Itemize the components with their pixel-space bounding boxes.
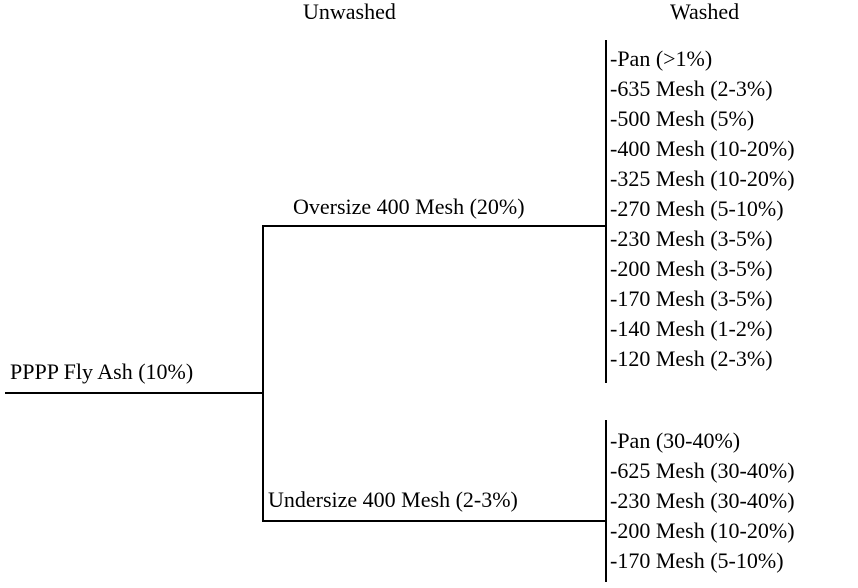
fraction-item: -120 Mesh (2-3%) [610, 346, 773, 371]
oversize-node-label: Oversize 400 Mesh (20%) [293, 194, 525, 219]
fraction-item: -170 Mesh (5-10%) [610, 548, 784, 573]
oversize-fractions-list: -Pan (>1%) -635 Mesh (2-3%) -500 Mesh (5… [610, 44, 795, 374]
oversize-connector-line [262, 225, 607, 227]
fraction-item: -230 Mesh (30-40%) [610, 488, 795, 513]
fraction-item: -Pan (30-40%) [610, 428, 741, 453]
fraction-item: -200 Mesh (3-5%) [610, 256, 773, 281]
fraction-item: -625 Mesh (30-40%) [610, 458, 795, 483]
fraction-item: -170 Mesh (3-5%) [610, 286, 773, 311]
fraction-item: -140 Mesh (1-2%) [610, 316, 773, 341]
fraction-item: -200 Mesh (10-20%) [610, 518, 795, 543]
fraction-item: -635 Mesh (2-3%) [610, 76, 773, 101]
undersize-fractions-list: -Pan (30-40%) -625 Mesh (30-40%) -230 Me… [610, 426, 795, 576]
root-node-label: PPPP Fly Ash (10%) [10, 359, 194, 384]
fraction-item: -400 Mesh (10-20%) [610, 136, 795, 161]
fraction-item: -270 Mesh (5-10%) [610, 196, 784, 221]
split-connector-line [262, 225, 264, 522]
column-header-unwashed: Unwashed [303, 0, 396, 24]
column-header-washed: Washed [670, 0, 740, 24]
root-connector-line [5, 392, 263, 394]
fraction-item: -230 Mesh (3-5%) [610, 226, 773, 251]
fraction-item: -325 Mesh (10-20%) [610, 166, 795, 191]
undersize-connector-line [262, 520, 607, 522]
fraction-item: -Pan (>1%) [610, 46, 713, 71]
undersize-fractions-bracket [605, 420, 607, 582]
undersize-node-label: Undersize 400 Mesh (2-3%) [268, 487, 518, 512]
fraction-item: -500 Mesh (5%) [610, 106, 755, 131]
oversize-fractions-bracket [605, 40, 607, 383]
